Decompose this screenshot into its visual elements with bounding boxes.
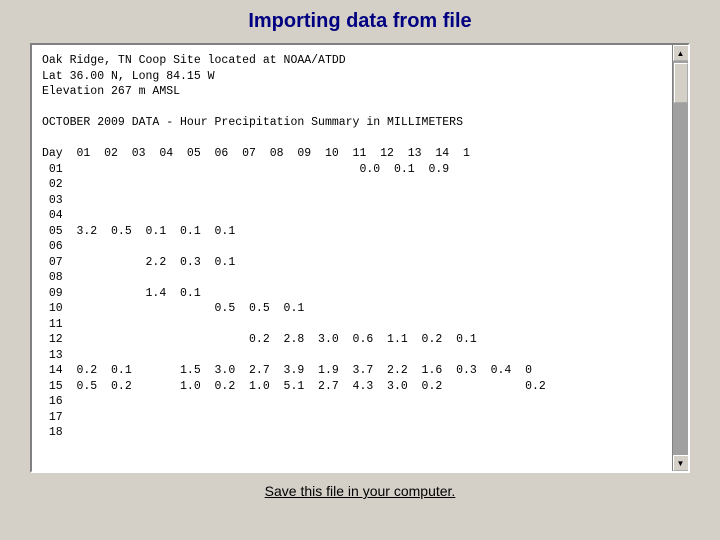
file-content-text: Oak Ridge, TN Coop Site located at NOAA/… <box>32 45 688 471</box>
scroll-up-arrow[interactable]: ▲ <box>673 45 689 61</box>
scroll-track[interactable] <box>673 61 688 455</box>
bottom-text: Save this file in your computer. <box>265 483 456 499</box>
page-title: Importing data from file <box>248 10 471 33</box>
scroll-thumb[interactable] <box>674 63 688 103</box>
vertical-scrollbar[interactable]: ▲ ▼ <box>672 45 688 471</box>
scroll-down-arrow[interactable]: ▼ <box>673 455 689 471</box>
bottom-area: Save this file in your computer. <box>265 483 456 501</box>
file-display-area: Oak Ridge, TN Coop Site located at NOAA/… <box>30 43 690 473</box>
